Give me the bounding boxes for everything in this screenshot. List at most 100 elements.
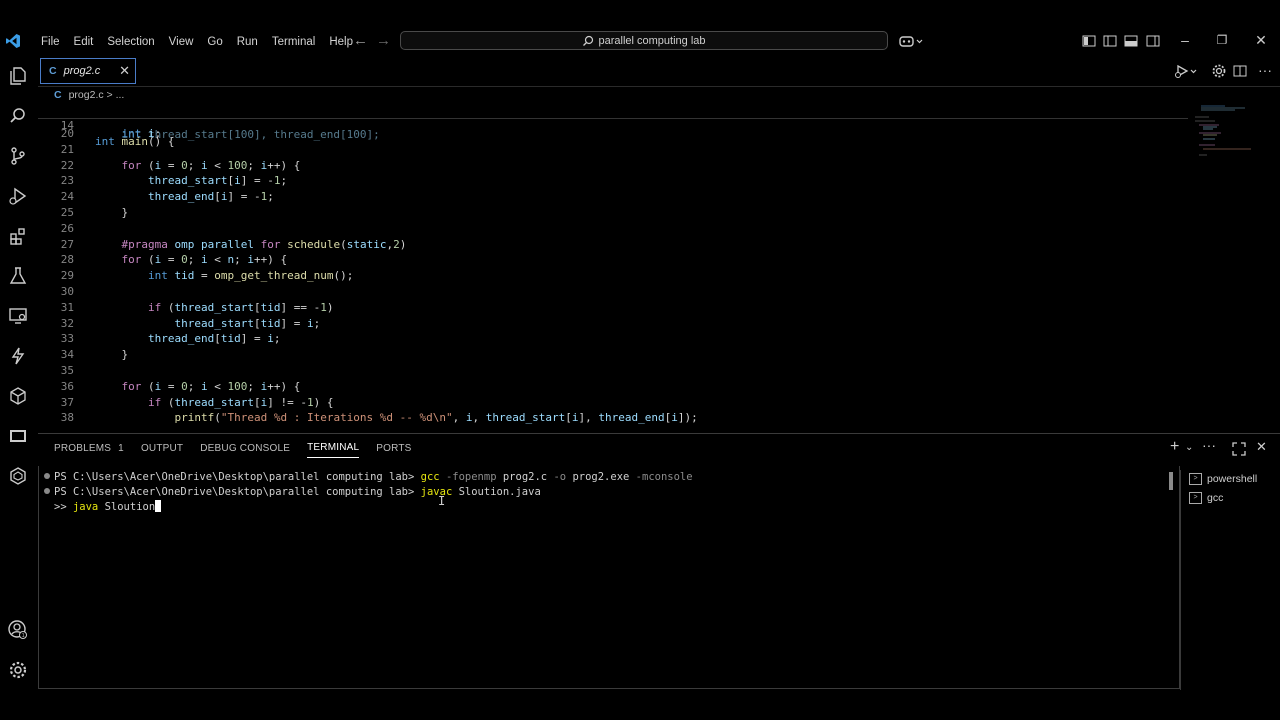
- activity-bar: 1: [0, 56, 36, 690]
- restore-icon[interactable]: ❐: [1212, 33, 1232, 47]
- code-line[interactable]: 27 #pragma omp parallel for schedule(sta…: [38, 237, 1188, 253]
- code-line[interactable]: 37 if (thread_start[i] != -1) {: [38, 395, 1188, 411]
- code-line[interactable]: 28 for (i = 0; i < n; i++) {: [38, 252, 1188, 268]
- code-editor[interactable]: 14 int main() { int thread_start[100], t…: [38, 102, 1188, 432]
- minimize-icon[interactable]: –: [1175, 32, 1195, 48]
- command-center-search[interactable]: parallel computing lab: [400, 31, 888, 50]
- code-line[interactable]: 31 if (thread_start[tid] == -1): [38, 300, 1188, 316]
- code-text: printf("Thread %d : Iterations %d -- %d\…: [174, 411, 698, 425]
- menu-selection[interactable]: Selection: [100, 34, 161, 50]
- prompt: PS C:\Users\Acer\OneDrive\Desktop\parall…: [54, 486, 421, 498]
- more-actions-icon[interactable]: ···: [1258, 62, 1272, 78]
- accounts-icon[interactable]: 1: [6, 618, 30, 642]
- code-line[interactable]: 24 thread_end[i] = -1;: [38, 189, 1188, 205]
- code-text: if (thread_start[i] != -1) {: [147, 395, 334, 409]
- search-view-icon[interactable]: [6, 104, 30, 128]
- line-number: 33: [60, 332, 74, 346]
- run-debug-dropdown-icon[interactable]: [1174, 63, 1200, 79]
- code-line[interactable]: 21: [38, 142, 1188, 158]
- panel-more-icon[interactable]: ···: [1202, 437, 1216, 453]
- extensions-icon[interactable]: [6, 224, 30, 248]
- lightning-extension-icon[interactable]: [6, 344, 30, 368]
- code-line[interactable]: 25 }: [38, 205, 1188, 221]
- code-line[interactable]: 34 }: [38, 347, 1188, 363]
- breadcrumb-rest[interactable]: > ...: [107, 89, 125, 101]
- remote-explorer-icon[interactable]: [6, 304, 30, 328]
- menu-file[interactable]: File: [34, 34, 67, 50]
- container-cube-icon[interactable]: [6, 384, 30, 408]
- tab-terminal[interactable]: TERMINAL: [307, 442, 360, 458]
- copilot-icon[interactable]: [898, 33, 924, 49]
- code-text: thread_end[i] = -1;: [147, 190, 274, 204]
- tab-output[interactable]: OUTPUT: [141, 443, 183, 458]
- split-editor-icon[interactable]: [1232, 63, 1248, 79]
- new-terminal-plus-icon[interactable]: +: [1170, 438, 1179, 456]
- code-line[interactable]: 32 thread_start[tid] = i;: [38, 316, 1188, 332]
- maximize-panel-icon[interactable]: [1232, 442, 1246, 456]
- customize-layout-icon[interactable]: [1081, 33, 1097, 49]
- terminal-instance-icon: >: [1189, 492, 1202, 504]
- terminal-view-icon[interactable]: [6, 424, 30, 448]
- code-line[interactable]: 35: [38, 363, 1188, 379]
- search-icon: [583, 35, 594, 46]
- run-and-debug-icon[interactable]: [6, 184, 30, 208]
- breadcrumb-file[interactable]: prog2.c: [69, 89, 104, 101]
- continuation-prompt: >>: [54, 501, 73, 513]
- menu-terminal[interactable]: Terminal: [265, 34, 322, 50]
- terminal-dropdown-chevron-icon[interactable]: ⌄: [1185, 442, 1193, 453]
- line-number: 29: [60, 269, 74, 283]
- arg: -mconsole: [635, 471, 693, 483]
- menu-bar: File Edit Selection View Go Run Terminal…: [34, 34, 360, 50]
- code-line[interactable]: 30: [38, 284, 1188, 300]
- breadcrumb-c-icon: C: [54, 89, 62, 101]
- close-window-icon[interactable]: ✕: [1251, 32, 1271, 49]
- menu-view[interactable]: View: [162, 34, 201, 50]
- explorer-icon[interactable]: [6, 64, 30, 88]
- code-text: #pragma omp parallel for schedule(static…: [121, 237, 407, 251]
- hexagon-extension-icon[interactable]: [6, 464, 30, 488]
- forward-arrow-icon[interactable]: →: [376, 32, 391, 49]
- back-arrow-icon[interactable]: ←: [353, 32, 368, 49]
- terminal-scrollbar[interactable]: [1169, 472, 1173, 490]
- manage-gear-icon[interactable]: [6, 658, 30, 682]
- code-line[interactable]: 22 for (i = 0; i < 100; i++) {: [38, 158, 1188, 174]
- terminal-output[interactable]: PS C:\Users\Acer\OneDrive\Desktop\parall…: [38, 470, 1178, 685]
- terminal-instance-icon: >: [1189, 473, 1202, 485]
- tab-problems[interactable]: PROBLEMS 1: [54, 443, 124, 458]
- code-line[interactable]: 36 for (i = 0; i < 100; i++) {: [38, 379, 1188, 395]
- code-line[interactable]: 23 thread_start[i] = -1;: [38, 173, 1188, 189]
- line-number: 36: [60, 379, 74, 393]
- tab-ports[interactable]: PORTS: [376, 443, 411, 458]
- close-tab-icon[interactable]: ✕: [119, 63, 130, 79]
- settings-gear-icon[interactable]: [1211, 63, 1227, 79]
- tab-debug-console[interactable]: DEBUG CONSOLE: [200, 443, 290, 458]
- menu-go[interactable]: Go: [200, 34, 229, 50]
- menu-run[interactable]: Run: [230, 34, 265, 50]
- close-panel-icon[interactable]: ✕: [1256, 439, 1267, 455]
- terminal-instance-gcc[interactable]: > gcc: [1189, 489, 1223, 507]
- line-number: 23: [60, 174, 74, 188]
- testing-flask-icon[interactable]: [6, 264, 30, 288]
- terminal-cursor: [155, 500, 162, 512]
- code-line[interactable]: 29 int tid = omp_get_thread_num();: [38, 268, 1188, 284]
- arg: prog2.c: [502, 471, 548, 483]
- code-text: int main() {: [95, 135, 175, 148]
- toggle-panel-icon[interactable]: [1123, 33, 1139, 49]
- tab-problems-label: PROBLEMS: [54, 442, 112, 454]
- menu-edit[interactable]: Edit: [67, 34, 101, 50]
- code-line[interactable]: 33 thread_end[tid] = i;: [38, 331, 1188, 347]
- terminal-instance-powershell[interactable]: > powershell: [1189, 470, 1257, 488]
- code-text: thread_start[tid] = i;: [174, 316, 321, 330]
- command-decoration-dot[interactable]: [44, 488, 50, 494]
- toggle-primary-sidebar-icon[interactable]: [1102, 33, 1118, 49]
- code-line[interactable]: 38 printf("Thread %d : Iterations %d -- …: [38, 410, 1188, 426]
- code-line[interactable]: 20 int i;: [38, 126, 1188, 142]
- sticky-scroll-line[interactable]: 14 int main() {: [38, 102, 1188, 148]
- source-control-icon[interactable]: [6, 144, 30, 168]
- toggle-secondary-sidebar-icon[interactable]: [1145, 33, 1161, 49]
- tab-prog2-c[interactable]: C prog2.c ✕: [40, 58, 136, 84]
- search-text: parallel computing lab: [598, 34, 706, 47]
- command-decoration-dot[interactable]: [44, 473, 50, 479]
- minimap[interactable]: [1195, 104, 1255, 164]
- code-line[interactable]: 26: [38, 221, 1188, 237]
